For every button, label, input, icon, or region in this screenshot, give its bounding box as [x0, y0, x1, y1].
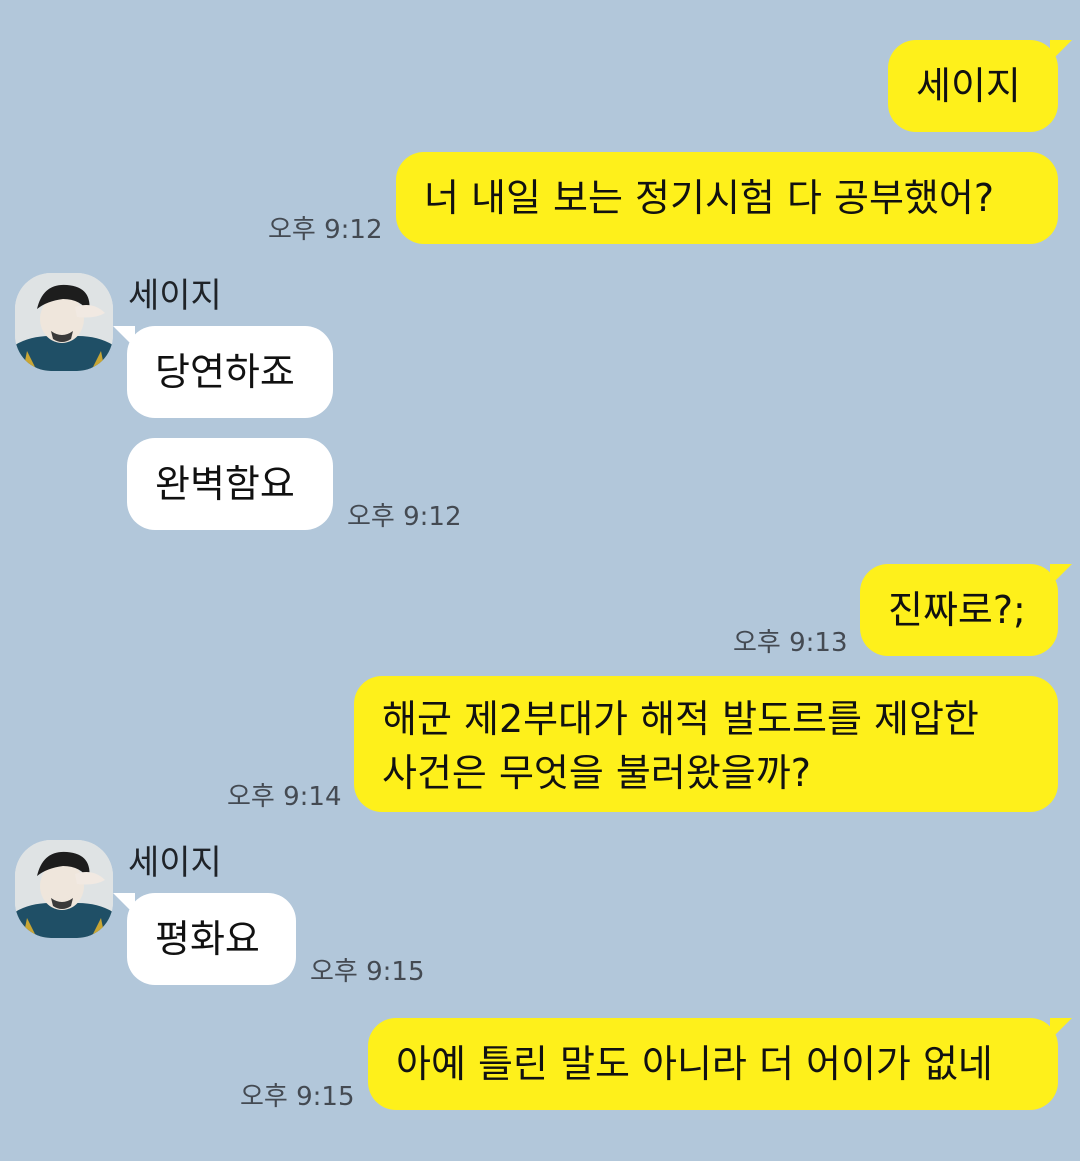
sender-name: 세이지 — [128, 276, 222, 316]
message-timestamp: 오후 9:15 — [240, 1082, 355, 1112]
avatar[interactable] — [15, 840, 113, 938]
my-message-bubble[interactable]: 진짜로?; — [860, 564, 1072, 656]
message-text-line: 해군 제2부대가 해적 발도르를 제압한 — [382, 697, 979, 741]
message-text: 세이지 — [916, 64, 1021, 108]
my-message-bubble[interactable]: 너 내일 보는 정기시험 다 공부했어? — [396, 152, 1058, 244]
their-message-bubble[interactable]: 당연하죠 — [113, 326, 333, 418]
message-timestamp: 오후 9:15 — [310, 957, 425, 987]
message-text: 너 내일 보는 정기시험 다 공부했어? — [424, 176, 995, 220]
message-text: 당연하죠 — [155, 350, 295, 394]
message-text: 아예 틀린 말도 아니라 더 어이가 없네 — [396, 1042, 993, 1086]
profile-avatar-icon — [15, 840, 113, 938]
avatar[interactable] — [15, 273, 113, 371]
message-text: 완벽함요 — [155, 462, 295, 506]
message-text: 진짜로?; — [888, 588, 1026, 632]
my-message-bubble[interactable]: 아예 틀린 말도 아니라 더 어이가 없네 — [368, 1018, 1072, 1110]
message-timestamp: 오후 9:12 — [268, 215, 383, 245]
message-timestamp: 오후 9:14 — [227, 782, 342, 812]
their-message-bubble[interactable]: 평화요 — [113, 893, 296, 985]
profile-avatar-icon — [15, 273, 113, 371]
their-message-bubble[interactable]: 완벽함요 — [127, 438, 333, 530]
my-message-bubble[interactable]: 세이지 — [888, 40, 1072, 132]
message-text: 평화요 — [155, 917, 260, 961]
message-timestamp: 오후 9:13 — [733, 628, 848, 658]
sender-name: 세이지 — [128, 843, 222, 883]
chat-area: 세이지 너 내일 보는 정기시험 다 공부했어? 오후 9:12 세이지 당연하… — [0, 0, 1080, 1161]
message-timestamp: 오후 9:12 — [347, 502, 462, 532]
message-text-line: 사건은 무엇을 불러왔을까? — [382, 751, 811, 795]
my-message-bubble[interactable]: 해군 제2부대가 해적 발도르를 제압한 사건은 무엇을 불러왔을까? — [354, 676, 1058, 812]
